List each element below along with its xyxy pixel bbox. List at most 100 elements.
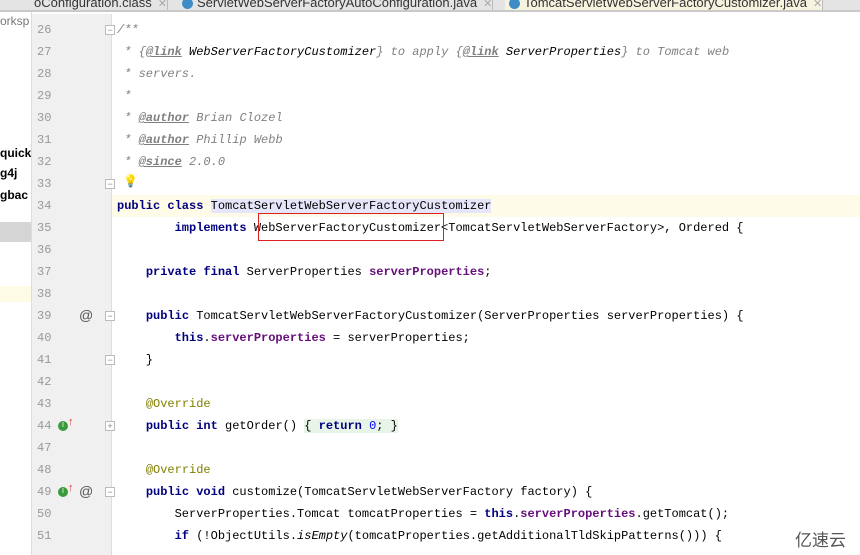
code-token: implements [174, 221, 254, 235]
annotation-at-icon[interactable]: @ [79, 307, 93, 323]
code-token: ; [484, 265, 492, 279]
code-token: ; } [376, 419, 398, 433]
line-number: 26 [37, 23, 52, 37]
code-token: * [117, 155, 139, 169]
code-token: public int [145, 419, 226, 433]
code-token: public class [117, 199, 211, 213]
code-token: (tomcatProperties.getAdditionalTldSkipPa… [347, 529, 722, 543]
line-number: 39 [37, 309, 52, 323]
code-token: return [318, 419, 370, 433]
line-number: 33 [37, 177, 52, 191]
code-text: @Override [117, 459, 211, 481]
code-text: public void customize(TomcatServletWebSe… [117, 481, 592, 503]
code-token: (!ObjectUtils. [196, 529, 298, 543]
code-token: } [117, 353, 154, 367]
code-token: 2.0.0 [181, 155, 226, 169]
code-text: ServerProperties.Tomcat tomcatProperties… [117, 503, 730, 525]
watermark-logo: 亿速云 [795, 526, 846, 551]
code-token: this [484, 507, 514, 521]
fold-marker-icon[interactable]: − [105, 179, 115, 189]
code-token: this [174, 331, 204, 345]
code-token: { [138, 45, 146, 59]
watermark-text: 亿速云 [795, 531, 846, 550]
fold-marker-icon[interactable]: + [105, 421, 115, 431]
line-number: 43 [37, 397, 52, 411]
line-number: 44 [37, 419, 52, 433]
code-token: isEmpty [297, 529, 348, 543]
code-token: TomcatServletWebServerFactoryCustomizer(… [196, 309, 744, 323]
line-number: 50 [37, 507, 52, 521]
code-token: . [203, 331, 211, 345]
code-token: @Override [145, 397, 211, 411]
code-token: * [117, 45, 139, 59]
code-text: private final ServerProperties serverPro… [117, 261, 492, 283]
tab-0[interactable]: oConfiguration.class ✕ [30, 0, 169, 10]
tab-2[interactable]: TomcatServletWebServerFactoryCustomizer.… [505, 0, 824, 10]
close-icon[interactable]: ✕ [483, 0, 492, 10]
override-arrow-icon: ↑ [68, 482, 74, 494]
code-token: @link [462, 45, 499, 59]
code-token: public [145, 309, 197, 323]
code-token: * servers. [117, 67, 197, 81]
code-token: * [117, 89, 132, 103]
line-number: 38 [37, 287, 52, 301]
code-token: if [174, 529, 197, 543]
code-token: ServerProperties.Tomcat tomcatProperties… [117, 507, 485, 521]
code-token: Brian Clozel [189, 111, 283, 125]
fold-marker-icon[interactable]: − [105, 25, 115, 35]
code-text: } [117, 349, 153, 371]
line-number: 29 [37, 89, 52, 103]
code-text: public int getOrder() { return 0; } [117, 415, 398, 437]
code-token: @since [138, 155, 182, 169]
implements-method-icon[interactable]: I [58, 421, 68, 431]
line-number: 51 [37, 529, 52, 543]
annotation-at-icon[interactable]: @ [79, 483, 93, 499]
close-icon[interactable]: ✕ [813, 0, 822, 10]
code-token: } to apply { [376, 45, 463, 59]
code-token: ServerProperties [246, 265, 370, 279]
implements-method-icon[interactable]: I [58, 487, 68, 497]
code-token: serverProperties [210, 331, 326, 345]
code-token: Phillip Webb [189, 133, 283, 147]
code-token: ServerProperties [505, 45, 622, 59]
line-number: 34 [37, 199, 52, 213]
code-token: TomcatServletWebServerFactoryCustomizer [210, 199, 492, 213]
code-token: @link [145, 45, 182, 59]
code-text: @Override [117, 393, 211, 415]
line-number: 35 [37, 221, 52, 235]
tab-label: oConfiguration.class [34, 0, 152, 10]
line-number: 27 [37, 45, 52, 59]
code-token: customize(TomcatServletWebServerFactory … [232, 485, 593, 499]
fold-marker-icon[interactable]: − [105, 355, 115, 365]
code-text: * {@link WebServerFactoryCustomizer} to … [117, 41, 729, 63]
lightbulb-icon[interactable]: 💡 [123, 174, 138, 188]
line-number: 41 [37, 353, 52, 367]
code-token: = serverProperties; [325, 331, 470, 345]
code-text: public TomcatServletWebServerFactoryCust… [117, 305, 744, 327]
line-number: 49 [37, 485, 52, 499]
code-token: * [117, 111, 139, 125]
close-icon[interactable]: ✕ [158, 0, 167, 10]
line-number: 32 [37, 155, 52, 169]
fold-marker-icon[interactable]: − [105, 311, 115, 321]
code-token: getOrder() [225, 419, 305, 433]
line-number: 40 [37, 331, 52, 345]
fold-marker-icon[interactable]: − [105, 487, 115, 497]
code-text: * @author Phillip Webb [117, 129, 283, 151]
tab-1[interactable]: ServletWebServerFactoryAutoConfiguration… [178, 0, 494, 10]
code-text: * @since 2.0.0 [117, 151, 225, 173]
override-arrow-icon: ↑ [68, 416, 74, 428]
line-number: 37 [37, 265, 52, 279]
tab-label: TomcatServletWebServerFactoryCustomizer.… [524, 0, 807, 10]
